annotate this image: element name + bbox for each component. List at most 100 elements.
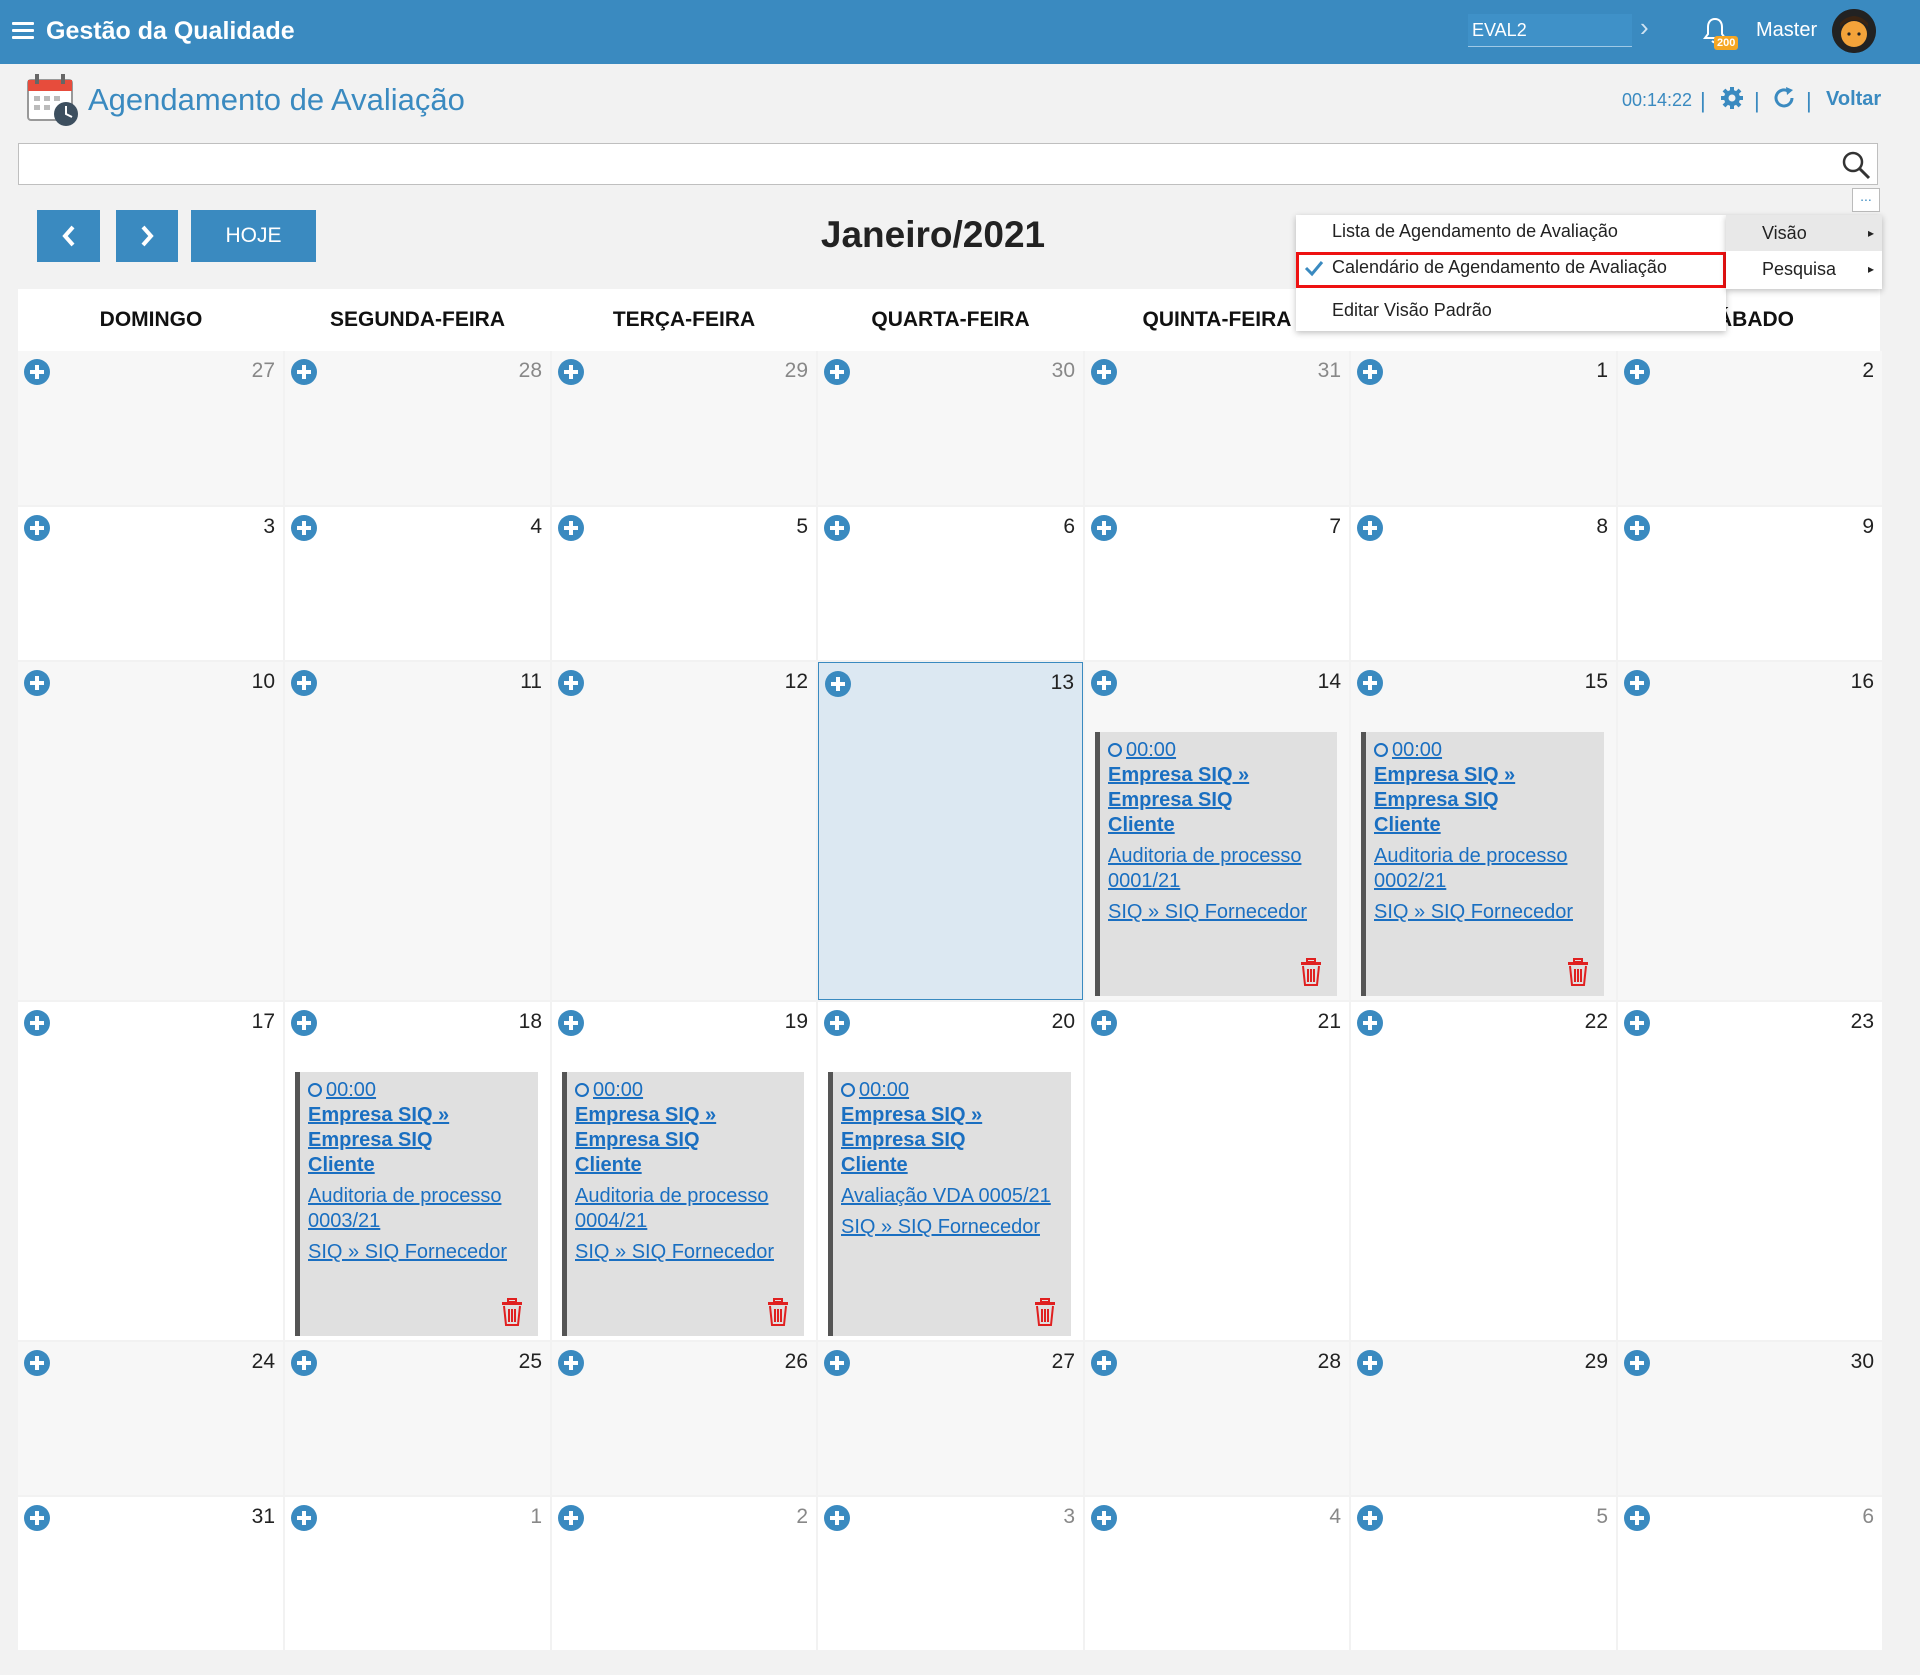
back-link[interactable]: Voltar bbox=[1826, 88, 1881, 111]
day-cell[interactable]: 27 bbox=[818, 1342, 1083, 1495]
day-cell[interactable]: 17 bbox=[18, 1002, 283, 1340]
day-cell[interactable]: 4 bbox=[1085, 1497, 1349, 1650]
add-event-icon[interactable] bbox=[1357, 1010, 1383, 1036]
hamburger-menu-icon[interactable] bbox=[12, 22, 34, 40]
add-event-icon[interactable] bbox=[1091, 670, 1117, 696]
day-cell[interactable]: 25 bbox=[285, 1342, 550, 1495]
day-cell[interactable]: 8 bbox=[1351, 507, 1616, 660]
event-time-link[interactable]: 00:00 bbox=[841, 1078, 1063, 1103]
menu-item-edit-default-view[interactable]: Editar Visão Padrão bbox=[1332, 300, 1492, 321]
add-event-icon[interactable] bbox=[1091, 1010, 1117, 1036]
event-card[interactable]: 00:00 Empresa SIQ » Empresa SIQ Cliente Ava… bbox=[828, 1072, 1071, 1336]
day-cell[interactable]: 31 bbox=[1085, 351, 1349, 505]
event-time-link[interactable]: 00:00 bbox=[1108, 738, 1329, 763]
event-company-type-link[interactable]: Cliente bbox=[575, 1153, 796, 1178]
day-cell[interactable]: 29 bbox=[552, 351, 816, 505]
event-org-link[interactable]: SIQ » SIQ Fornecedor bbox=[308, 1240, 530, 1265]
event-card[interactable]: 00:00 Empresa SIQ » Empresa SIQ Cliente Aud… bbox=[1361, 732, 1604, 996]
event-org-link[interactable]: SIQ » SIQ Fornecedor bbox=[841, 1215, 1063, 1240]
event-time-link[interactable]: 00:00 bbox=[575, 1078, 796, 1103]
event-company-type-link[interactable]: Cliente bbox=[1108, 813, 1329, 838]
day-cell[interactable]: 3 bbox=[18, 507, 283, 660]
trash-icon[interactable] bbox=[766, 1298, 790, 1326]
event-time-link[interactable]: 00:00 bbox=[308, 1078, 530, 1103]
event-company-link[interactable]: Empresa SIQ » Empresa SIQ bbox=[1108, 763, 1329, 813]
add-event-icon[interactable] bbox=[1091, 1505, 1117, 1531]
submenu-item-view[interactable]: Visão ▸ bbox=[1726, 215, 1882, 251]
add-event-icon[interactable] bbox=[824, 515, 850, 541]
day-cell[interactable]: 30 bbox=[1618, 1342, 1882, 1495]
add-event-icon[interactable] bbox=[291, 359, 317, 385]
event-description-link[interactable]: Auditoria de processo 0001/21 bbox=[1108, 844, 1329, 894]
user-name[interactable]: Master bbox=[1756, 19, 1817, 42]
gear-icon[interactable] bbox=[1720, 86, 1744, 110]
day-cell[interactable]: 28 bbox=[285, 351, 550, 505]
add-event-icon[interactable] bbox=[558, 359, 584, 385]
add-event-icon[interactable] bbox=[291, 1350, 317, 1376]
event-card[interactable]: 00:00 Empresa SIQ » Empresa SIQ Cliente Aud… bbox=[562, 1072, 804, 1336]
day-cell[interactable]: 28 bbox=[1085, 1342, 1349, 1495]
event-description-link[interactable]: Auditoria de processo 0003/21 bbox=[308, 1184, 530, 1234]
event-company-type-link[interactable]: Cliente bbox=[841, 1153, 1063, 1178]
add-event-icon[interactable] bbox=[825, 671, 851, 697]
day-cell[interactable]: 1 bbox=[285, 1497, 550, 1650]
add-event-icon[interactable] bbox=[1357, 1505, 1383, 1531]
trash-icon[interactable] bbox=[1033, 1298, 1057, 1326]
menu-item-list-view[interactable]: Lista de Agendamento de Avaliação bbox=[1332, 221, 1618, 242]
day-cell[interactable]: 7 bbox=[1085, 507, 1349, 660]
day-cell[interactable]: 26 bbox=[552, 1342, 816, 1495]
add-event-icon[interactable] bbox=[291, 1505, 317, 1531]
day-cell[interactable]: 6 bbox=[1618, 1497, 1882, 1650]
event-company-link[interactable]: Empresa SIQ » Empresa SIQ bbox=[308, 1103, 530, 1153]
event-company-link[interactable]: Empresa SIQ » Empresa SIQ bbox=[575, 1103, 796, 1153]
day-cell[interactable]: 22 bbox=[1351, 1002, 1616, 1340]
add-event-icon[interactable] bbox=[1624, 1505, 1650, 1531]
add-event-icon[interactable] bbox=[558, 1010, 584, 1036]
day-cell[interactable]: 31 bbox=[18, 1497, 283, 1650]
day-cell[interactable]: 5 bbox=[1351, 1497, 1616, 1650]
add-event-icon[interactable] bbox=[24, 1010, 50, 1036]
add-event-icon[interactable] bbox=[1357, 670, 1383, 696]
event-description-link[interactable]: Avaliação VDA 0005/21 bbox=[841, 1184, 1063, 1209]
add-event-icon[interactable] bbox=[1357, 515, 1383, 541]
more-options-button[interactable]: ... bbox=[1852, 188, 1880, 212]
event-company-link[interactable]: Empresa SIQ » Empresa SIQ bbox=[841, 1103, 1063, 1153]
day-cell[interactable]: 27 bbox=[18, 351, 283, 505]
day-cell[interactable]: 24 bbox=[18, 1342, 283, 1495]
add-event-icon[interactable] bbox=[1624, 359, 1650, 385]
add-event-icon[interactable] bbox=[24, 670, 50, 696]
search-input[interactable] bbox=[25, 148, 1819, 182]
refresh-icon[interactable] bbox=[1772, 86, 1796, 110]
day-cell[interactable]: 21 bbox=[1085, 1002, 1349, 1340]
add-event-icon[interactable] bbox=[558, 1350, 584, 1376]
add-event-icon[interactable] bbox=[24, 515, 50, 541]
add-event-icon[interactable] bbox=[24, 1505, 50, 1531]
day-cell[interactable]: 5 bbox=[552, 507, 816, 660]
add-event-icon[interactable] bbox=[1624, 670, 1650, 696]
day-cell[interactable]: 23 bbox=[1618, 1002, 1882, 1340]
add-event-icon[interactable] bbox=[1357, 359, 1383, 385]
add-event-icon[interactable] bbox=[1624, 515, 1650, 541]
day-cell[interactable]: 16 bbox=[1618, 662, 1882, 1000]
event-company-type-link[interactable]: Cliente bbox=[308, 1153, 530, 1178]
day-cell[interactable]: 1 bbox=[1351, 351, 1616, 505]
add-event-icon[interactable] bbox=[1624, 1350, 1650, 1376]
add-event-icon[interactable] bbox=[558, 1505, 584, 1531]
event-card[interactable]: 00:00 Empresa SIQ » Empresa SIQ Cliente Aud… bbox=[295, 1072, 538, 1336]
add-event-icon[interactable] bbox=[24, 359, 50, 385]
event-org-link[interactable]: SIQ » SIQ Fornecedor bbox=[1108, 900, 1329, 925]
add-event-icon[interactable] bbox=[824, 359, 850, 385]
add-event-icon[interactable] bbox=[1091, 359, 1117, 385]
day-cell[interactable]: 2 bbox=[552, 1497, 816, 1650]
search-icon[interactable] bbox=[1841, 150, 1871, 180]
day-cell[interactable]: 12 bbox=[552, 662, 816, 1000]
day-cell[interactable]: 9 bbox=[1618, 507, 1882, 660]
event-description-link[interactable]: Auditoria de processo 0004/21 bbox=[575, 1184, 796, 1234]
add-event-icon[interactable] bbox=[291, 670, 317, 696]
day-cell[interactable]: 6 bbox=[818, 507, 1083, 660]
submenu-item-search[interactable]: Pesquisa ▸ bbox=[1726, 251, 1882, 287]
add-event-icon[interactable] bbox=[558, 515, 584, 541]
add-event-icon[interactable] bbox=[291, 515, 317, 541]
trash-icon[interactable] bbox=[1566, 958, 1590, 986]
day-cell[interactable]: 2 bbox=[1618, 351, 1882, 505]
